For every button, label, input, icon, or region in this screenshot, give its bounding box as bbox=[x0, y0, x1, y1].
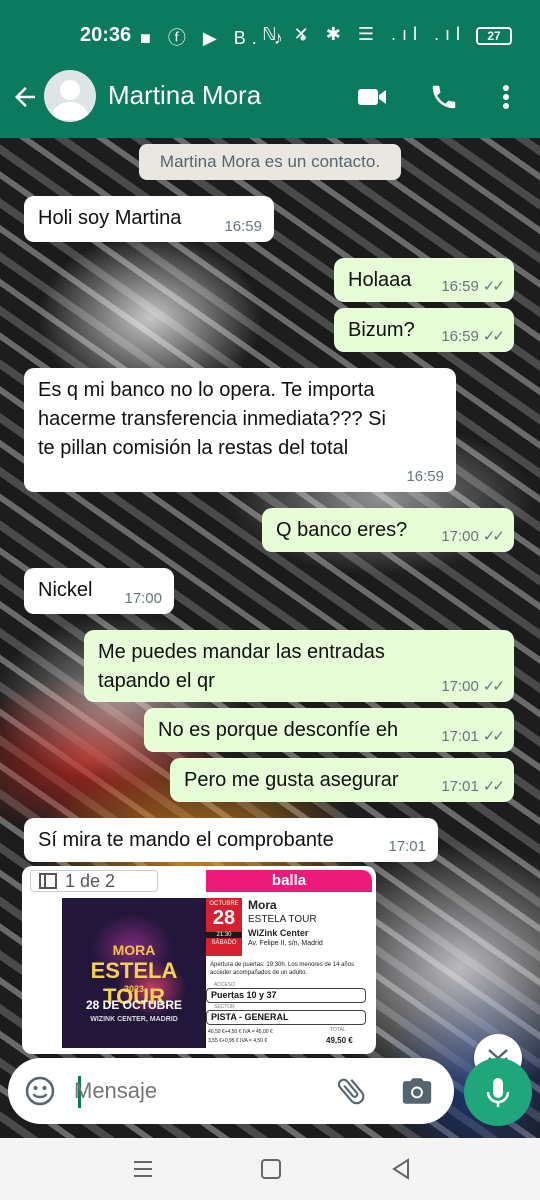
concert-poster: MORA ESTELA TOUR 2023 28 DE OCTUBRE WIZI… bbox=[62, 898, 206, 1048]
poster-year: 2023 bbox=[123, 984, 145, 994]
ticket-venue: WiZink Center bbox=[248, 928, 309, 938]
message-time: 17:00 bbox=[124, 590, 162, 607]
voice-message-button[interactable] bbox=[464, 1058, 532, 1126]
camera-icon[interactable] bbox=[400, 1074, 434, 1108]
ticket-artist: Mora bbox=[248, 898, 277, 912]
message-text: Pero me gusta asegurar bbox=[184, 769, 399, 791]
message-text-line: tapando el qr bbox=[98, 670, 215, 692]
poster-date: 28 DE OCTUBRE bbox=[85, 998, 183, 1012]
message-bubble[interactable]: Q banco eres? 17:00 ✓✓ bbox=[262, 508, 514, 552]
message-time: 17:01 bbox=[441, 778, 479, 795]
message-text: Holaaa bbox=[348, 269, 412, 291]
message-bubble[interactable]: Holi soy Martina 16:59 bbox=[24, 196, 274, 242]
page-count-text: 1 de 2 bbox=[65, 871, 116, 891]
ticket-image[interactable]: MORA ESTELA TOUR 2023 28 DE OCTUBRE WIZI… bbox=[26, 870, 372, 1050]
message-time: 17:01 bbox=[441, 728, 479, 745]
video-call-icon[interactable] bbox=[356, 82, 388, 112]
message-bubble[interactable]: Pero me gusta asegurar 17:01 ✓✓ bbox=[170, 758, 514, 802]
message-text-line: te pillan comisión la restas del total bbox=[38, 437, 349, 459]
default-avatar-icon bbox=[50, 80, 90, 120]
recent-apps-icon[interactable] bbox=[130, 1156, 156, 1182]
message-bubble[interactable]: Nickel 17:00 bbox=[24, 568, 174, 614]
message-text-line: hacerme transferencia inmediata??? Si bbox=[38, 408, 386, 430]
ticket-date-box: OCTUBRE 28 21:30 SÁBADO bbox=[206, 898, 242, 956]
emoji-icon[interactable] bbox=[24, 1075, 56, 1107]
status-time: 20:36 bbox=[80, 24, 132, 46]
ticket-day: 28 bbox=[212, 907, 236, 929]
message-time: 16:59 bbox=[441, 278, 479, 295]
double-check-icon: ✓✓ bbox=[482, 328, 505, 345]
message-time: 16:59 bbox=[224, 218, 262, 235]
system-status-icons: ℕ ✕ ✱ ☰ .ıl .ıl bbox=[262, 24, 466, 44]
ticket-sector-value: PISTA - GENERAL bbox=[206, 1010, 366, 1025]
ticket-total-value: 49,50 € bbox=[326, 1036, 353, 1045]
ticket-doors-note: acceder acompañados de un adulto. bbox=[210, 970, 308, 976]
message-bubble[interactable]: Holaaa 16:59 ✓✓ bbox=[334, 258, 514, 302]
battery-icon: 27 bbox=[476, 27, 512, 45]
chat-area[interactable]: Martina Mora es un contacto. Holi soy Ma… bbox=[0, 138, 540, 1138]
message-text: Bizum? bbox=[348, 319, 415, 341]
message-time: 17:01 bbox=[388, 838, 426, 855]
message-text: Q banco eres? bbox=[276, 519, 408, 541]
message-time: 17:00 bbox=[441, 678, 479, 695]
message-text: Sí mira te mando el comprobante bbox=[38, 829, 334, 851]
paperclip-icon[interactable] bbox=[334, 1074, 368, 1108]
page-count-badge: 1 de 2 bbox=[30, 870, 158, 892]
contact-name[interactable]: Martina Mora bbox=[108, 80, 261, 111]
status-bar: 20:36 ■ ⓕ ▶ B. ♪ • ℕ ✕ ✱ ☰ .ıl .ıl 27 bbox=[0, 0, 540, 72]
message-time: 16:59 bbox=[441, 328, 479, 345]
message-composer bbox=[8, 1058, 454, 1124]
message-bubble[interactable]: Sí mira te mando el comprobante 17:01 bbox=[24, 818, 438, 862]
system-message: Martina Mora es un contacto. bbox=[139, 144, 401, 180]
ticket-brand: balla bbox=[206, 870, 372, 892]
message-time: 16:59 bbox=[406, 468, 444, 485]
ticket-total-label: TOTAL bbox=[330, 1027, 346, 1033]
phone-call-icon[interactable] bbox=[428, 82, 460, 112]
more-options-icon[interactable] bbox=[492, 82, 520, 112]
double-check-icon: ✓✓ bbox=[482, 278, 505, 295]
back-arrow-icon[interactable] bbox=[10, 82, 40, 112]
message-text-line: Es q mi banco no lo opera. Te importa bbox=[38, 379, 375, 401]
ticket-access-value: Puertas 10 y 37 bbox=[206, 988, 366, 1003]
ticket-address: Av. Felipe II, s/n, Madrid bbox=[248, 940, 323, 947]
message-text: Holi soy Martina bbox=[38, 207, 182, 229]
message-bubble[interactable]: Bizum? 16:59 ✓✓ bbox=[334, 308, 514, 352]
message-text: No es porque desconfíe eh bbox=[158, 719, 399, 741]
double-check-icon: ✓✓ bbox=[482, 678, 505, 695]
microphone-icon bbox=[486, 1078, 510, 1107]
ticket-tour: ESTELA TOUR bbox=[248, 914, 317, 925]
message-text: Nickel bbox=[38, 579, 93, 601]
double-check-icon: ✓✓ bbox=[482, 528, 505, 545]
message-bubble[interactable]: No es porque desconfíe eh 17:01 ✓✓ bbox=[144, 708, 514, 752]
home-icon[interactable] bbox=[258, 1156, 284, 1182]
ticket-doors-note: Apertura de puertas: 19:30h. Los menores… bbox=[210, 962, 355, 968]
poster-venue: WIZINK CENTER, MADRID bbox=[90, 1016, 178, 1023]
double-check-icon: ✓✓ bbox=[482, 728, 505, 745]
ticket-price-line: 40,50 €+4,50 € IVA = 45,00 € bbox=[208, 1029, 273, 1035]
back-nav-icon[interactable] bbox=[388, 1156, 414, 1182]
avatar[interactable] bbox=[44, 70, 96, 122]
document-icon bbox=[39, 873, 57, 889]
message-input[interactable] bbox=[74, 1076, 324, 1106]
poster-title: MORA bbox=[112, 942, 156, 958]
double-check-icon: ✓✓ bbox=[482, 778, 505, 795]
system-navigation-bar bbox=[0, 1138, 540, 1200]
message-text-line: Me puedes mandar las entradas bbox=[98, 641, 385, 663]
ticket-weekday: SÁBADO bbox=[211, 940, 237, 946]
ticket-hour: 21:30 bbox=[206, 932, 242, 938]
chat-header: Martina Mora bbox=[0, 70, 540, 138]
message-time: 17:00 bbox=[441, 528, 479, 545]
message-bubble[interactable]: Es q mi banco no lo opera. Te importa ha… bbox=[24, 368, 456, 492]
message-bubble[interactable]: Me puedes mandar las entradas tapando el… bbox=[84, 630, 514, 702]
ticket-price-line: 3,55 €+0,95 € IVA = 4,50 € bbox=[208, 1038, 268, 1044]
image-message[interactable]: MORA ESTELA TOUR 2023 28 DE OCTUBRE WIZI… bbox=[22, 866, 376, 1054]
